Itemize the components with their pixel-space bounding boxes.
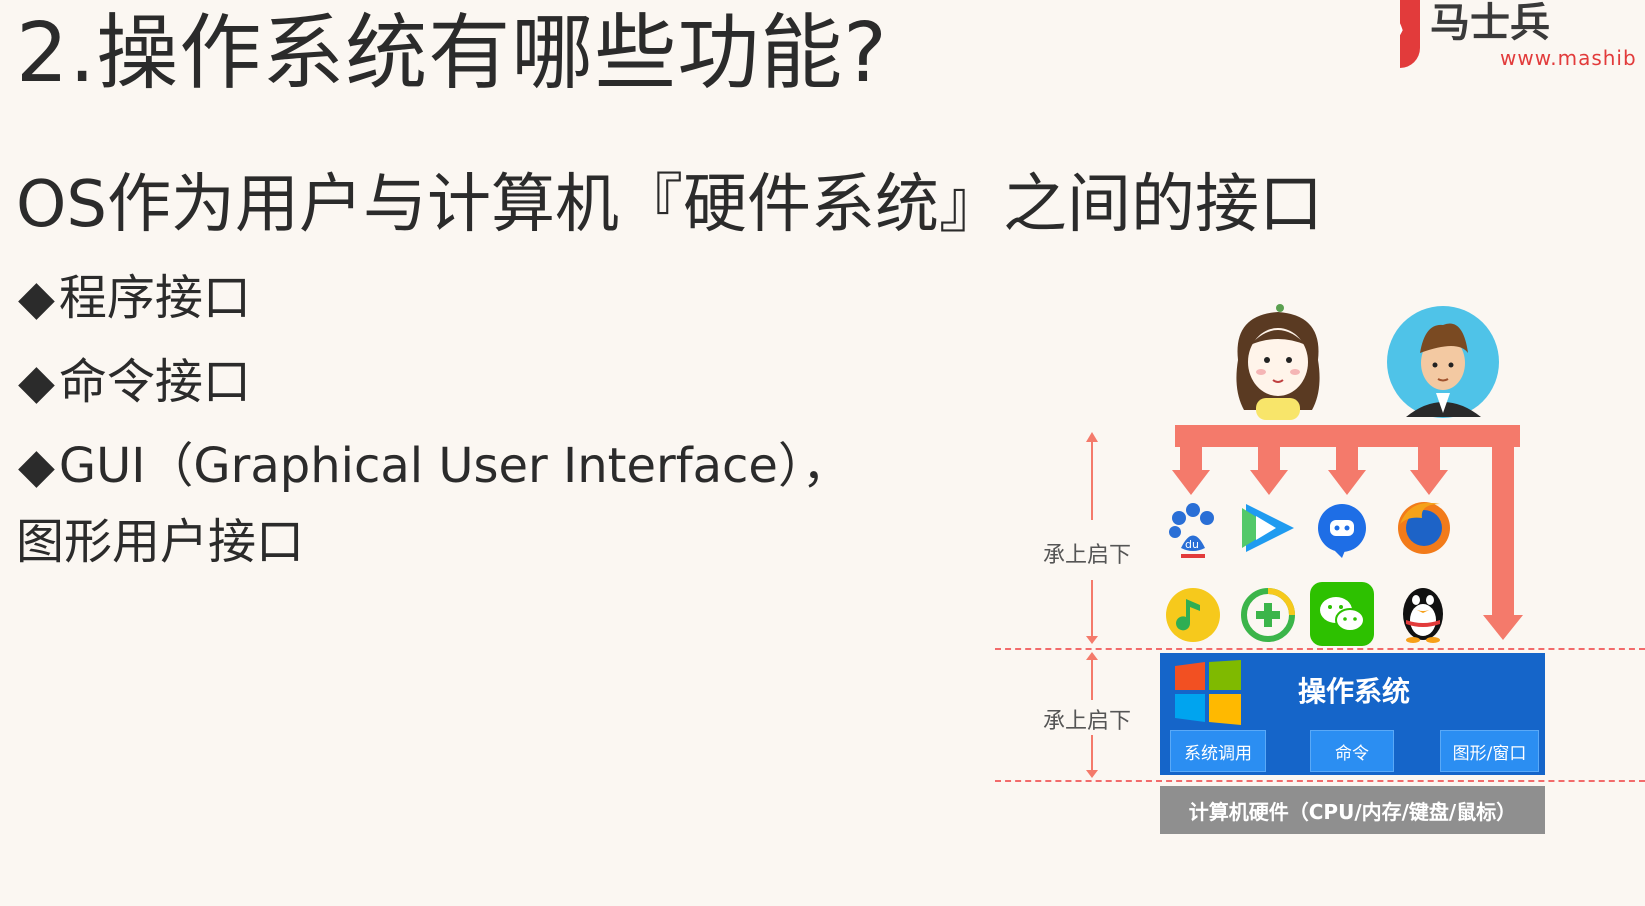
dashed-divider-top (995, 648, 1645, 650)
side-label-upper: 承上启下 (1043, 543, 1132, 568)
hardware-layer-bar: 计算机硬件（CPU/内存/键盘/鼠标） (1160, 786, 1545, 834)
bullet-text: 程序接口 (58, 270, 251, 326)
plus-circle-icon (1241, 588, 1295, 642)
command-box: 命令 (1310, 730, 1394, 772)
windows-logo-icon (1175, 660, 1241, 725)
logo-url: www.mashib (1500, 46, 1637, 70)
baidu-icon: du (1169, 503, 1214, 558)
svg-text:马士兵: 马士兵 (1430, 0, 1550, 46)
os-title: 操作系统 (1298, 675, 1411, 708)
diamond-bullet-icon: ◆ (18, 438, 55, 494)
chat-bubble-icon (1318, 504, 1366, 558)
girl-avatar-icon (1236, 304, 1320, 420)
slide-title: 2.操作系统有哪些功能? (16, 6, 888, 101)
slide-subtitle: OS作为用户与计算机『硬件系统』之间的接口 (16, 168, 1323, 242)
graphics-window-box: 图形/窗口 (1440, 730, 1539, 772)
diamond-bullet-icon: ◆ (18, 270, 55, 326)
system-call-box: 系统调用 (1170, 730, 1266, 772)
bullet-gui: ◆GUI（Graphical User Interface）， (18, 436, 850, 496)
bullet-text: 命令接口 (58, 354, 251, 410)
qq-penguin-icon (1403, 588, 1443, 643)
bullet-program-interface: ◆程序接口 (18, 268, 251, 328)
side-label-lower: 承上启下 (1043, 709, 1132, 734)
bullet-command-interface: ◆命令接口 (18, 352, 251, 412)
video-play-icon (1242, 504, 1294, 552)
wechat-icon (1310, 582, 1374, 646)
dashed-divider-bottom (995, 780, 1645, 782)
boy-avatar-icon (1387, 306, 1499, 418)
diamond-bullet-icon: ◆ (18, 354, 55, 410)
firefox-icon (1398, 502, 1450, 554)
bullet-text: GUI（Graphical User Interface）， (58, 438, 850, 494)
svg-text:du: du (1185, 538, 1199, 551)
music-icon (1166, 588, 1220, 642)
bullet-gui-continuation: 图形用户接口 (16, 514, 305, 570)
